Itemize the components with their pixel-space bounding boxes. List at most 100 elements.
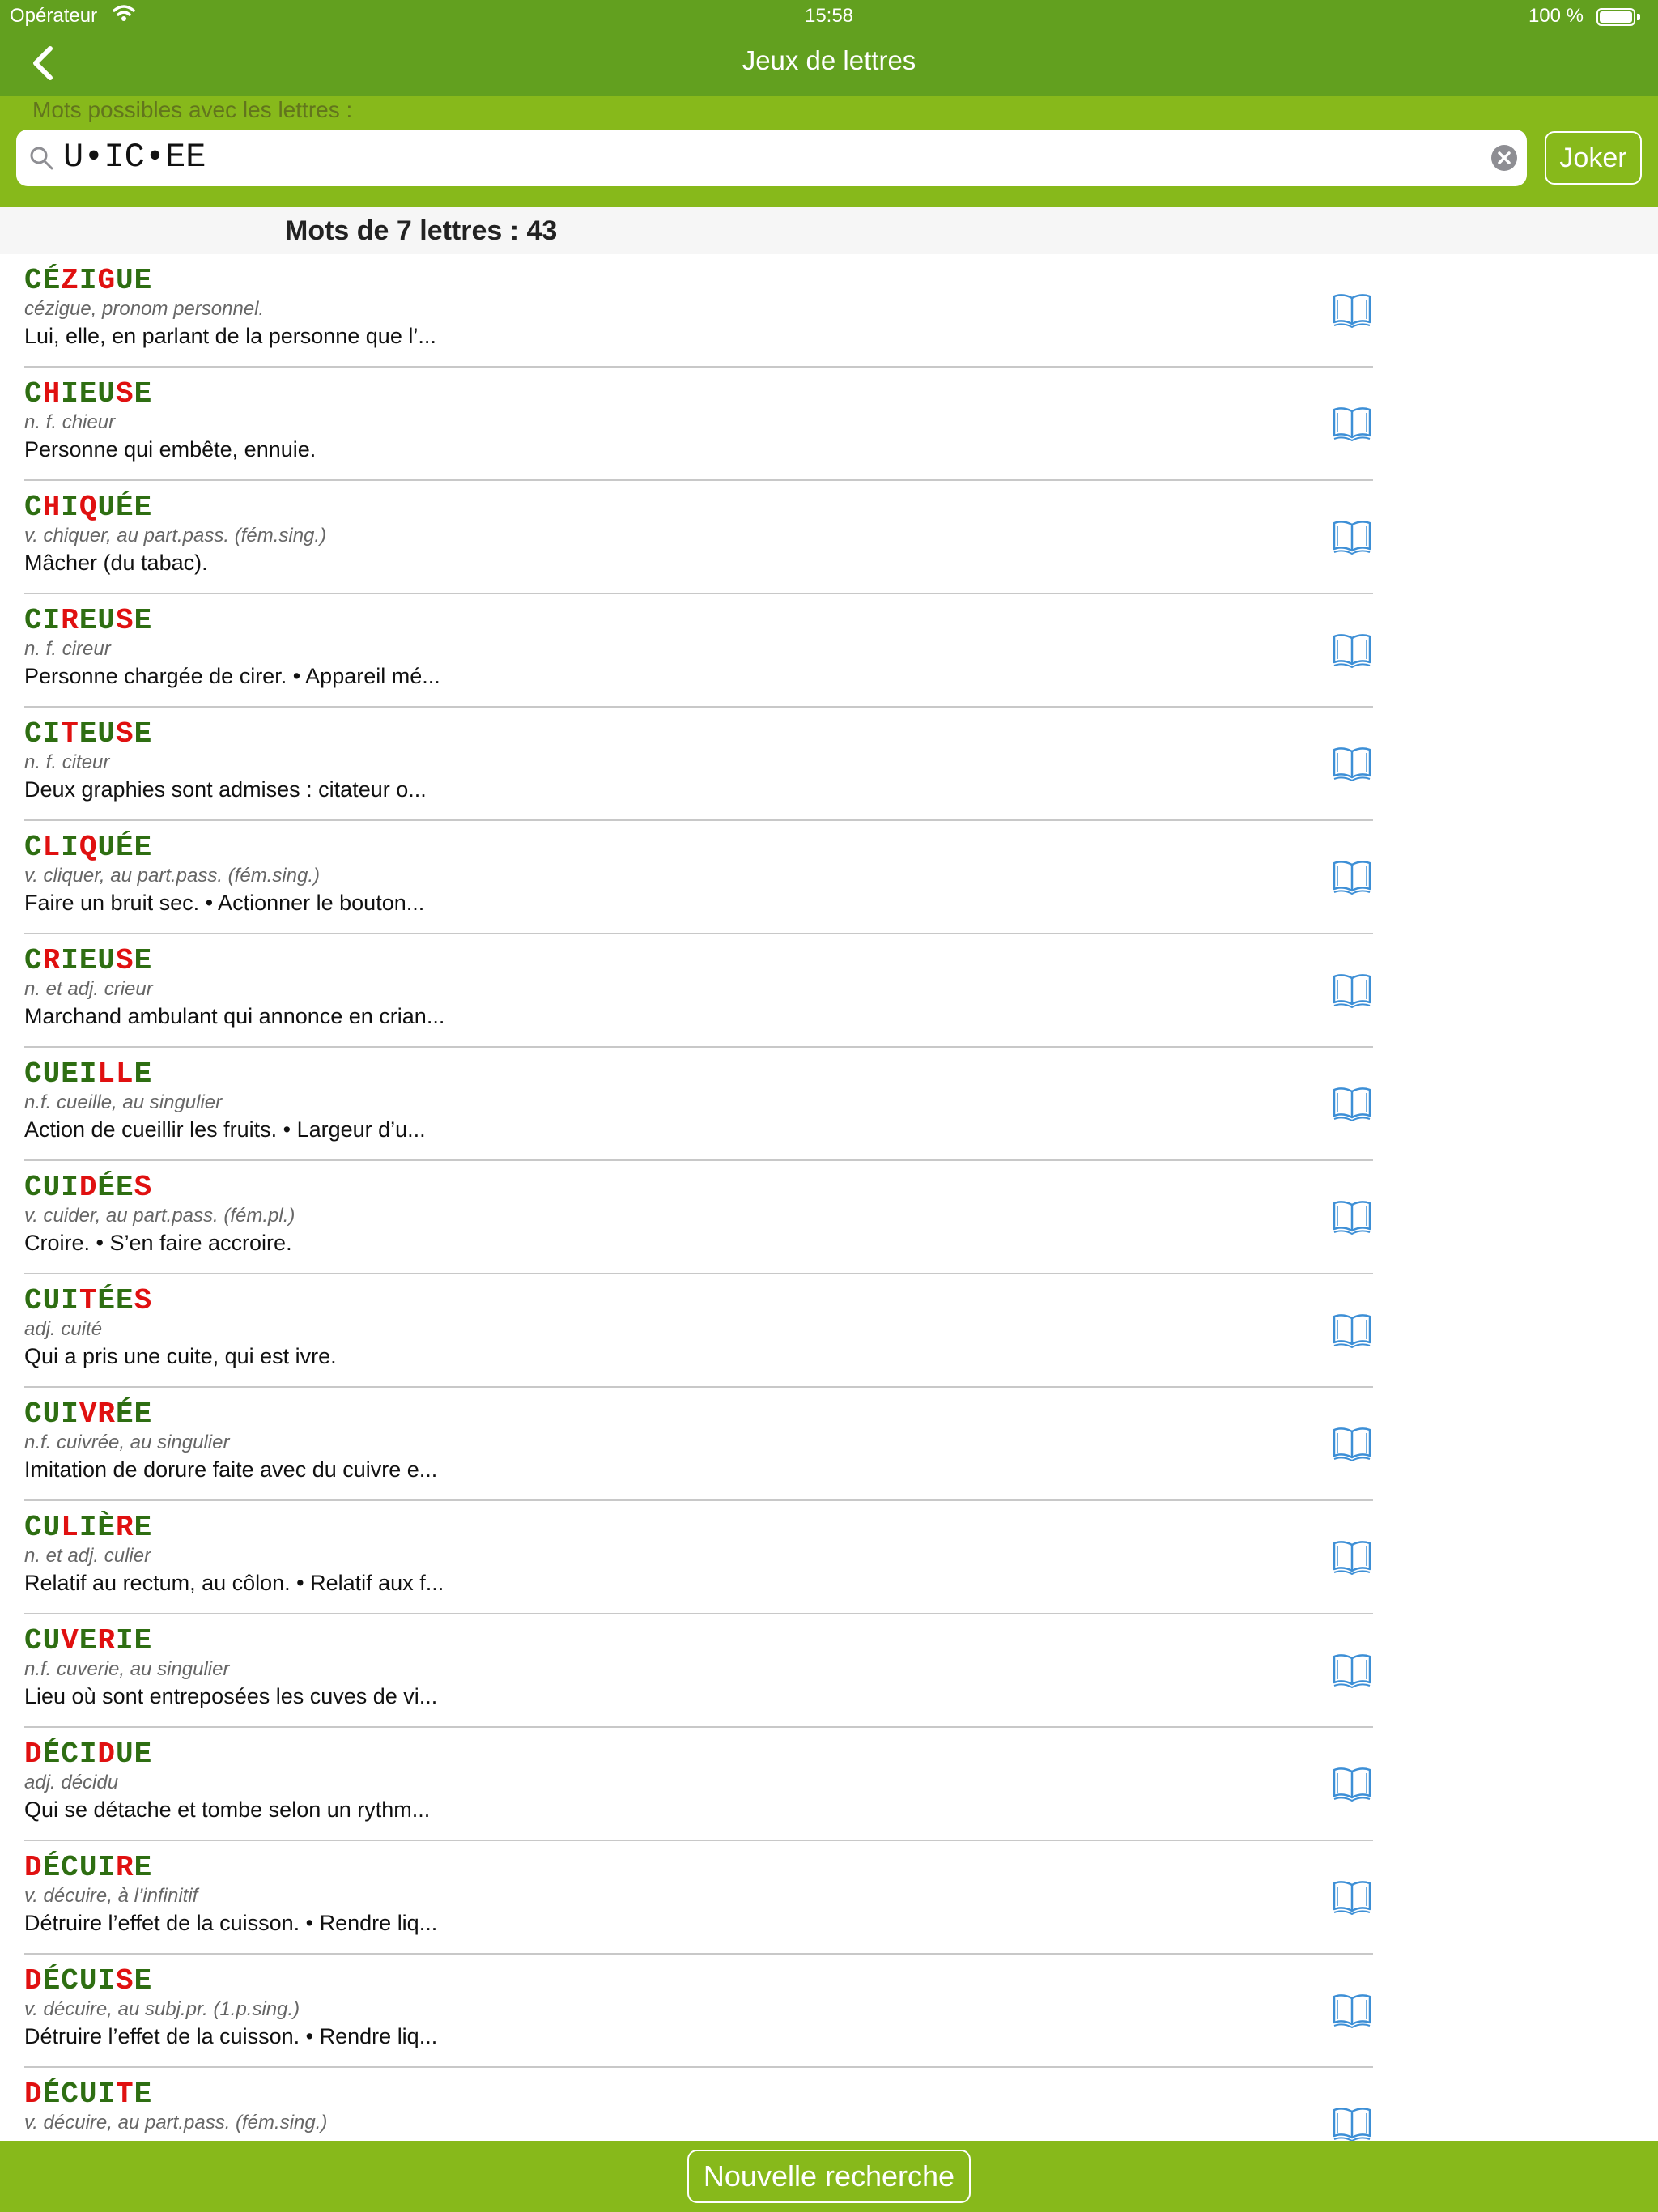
chevron-left-icon xyxy=(33,46,53,80)
book-icon[interactable] xyxy=(1331,970,1373,1009)
joker-button[interactable]: Joker xyxy=(1545,131,1642,185)
word-definition: Qui a pris une cuite, qui est ivre. xyxy=(24,1344,337,1368)
search-icon xyxy=(30,147,53,170)
book-icon[interactable] xyxy=(1331,403,1373,442)
list-item[interactable]: DÉCUIRE v. décuire, à l’infinitif Détruire… xyxy=(0,1841,1658,1955)
letter-given: C xyxy=(24,377,43,410)
word-definition: Mâcher (du tabac). xyxy=(24,551,208,575)
letter-given: E xyxy=(134,1057,153,1091)
book-icon[interactable] xyxy=(1331,1990,1373,2029)
letter-added: S xyxy=(116,604,134,637)
letter-added: S xyxy=(116,1964,134,1997)
list-item[interactable]: CIREUSE n. f. cireur Personne chargée de c… xyxy=(0,594,1658,708)
list-item[interactable]: CLIQUÉE v. cliquer, au part.pass. (fém.si… xyxy=(0,821,1658,934)
letter-added: S xyxy=(116,377,134,410)
word-type: n. f. chieur xyxy=(24,411,116,433)
list-item[interactable]: CHIQUÉE v. chiquer, au part.pass. (fém.si… xyxy=(0,481,1658,594)
letter-added: S xyxy=(134,1171,153,1204)
word-definition: Faire un bruit sec. • Actionner le bouto… xyxy=(24,891,425,915)
word-type: v. décuire, au subj.pr. (1.p.sing.) xyxy=(24,1998,300,2020)
results-list[interactable]: CÉZIGUE cézigue, pronom personnel. Lui, el… xyxy=(0,254,1658,2141)
letter-given: C xyxy=(24,944,43,977)
letter-added: S xyxy=(116,717,134,751)
list-item[interactable]: CRIEUSE n. et adj. crieur Marchand ambulan… xyxy=(0,934,1658,1048)
letter-given: ÉCUI xyxy=(42,1964,117,1997)
letter-given: CUI xyxy=(24,1284,79,1317)
word-type: adj. décidu xyxy=(24,1772,119,1793)
word-definition: Imitation de dorure faite avec du cuivre… xyxy=(24,1457,438,1482)
word-title: CIREUSE xyxy=(24,604,152,637)
book-icon[interactable] xyxy=(1331,1083,1373,1122)
word-definition: Action de cueillir les fruits. • Largeur… xyxy=(24,1117,426,1142)
list-item[interactable]: CÉZIGUE cézigue, pronom personnel. Lui, el… xyxy=(0,254,1658,368)
list-item[interactable]: CUITÉES adj. cuité Qui a pris une cuite, q… xyxy=(0,1274,1658,1388)
book-icon[interactable] xyxy=(1331,630,1373,669)
letter-added: L xyxy=(61,1511,79,1544)
clear-icon[interactable] xyxy=(1490,143,1519,172)
book-icon[interactable] xyxy=(1331,290,1373,329)
book-icon[interactable] xyxy=(1331,1310,1373,1349)
letter-added: D xyxy=(24,1738,43,1771)
word-title: CUVERIE xyxy=(24,1624,152,1657)
letter-given: EU xyxy=(79,717,117,751)
letter-given: ÉE xyxy=(116,1397,153,1431)
book-icon[interactable] xyxy=(1331,1650,1373,1689)
book-icon[interactable] xyxy=(1331,1877,1373,1916)
list-item[interactable]: CUIDÉES v. cuider, au part.pass. (fém.pl.… xyxy=(0,1161,1658,1274)
list-item[interactable]: CUIVRÉE n.f. cuivrée, au singulier Imitati… xyxy=(0,1388,1658,1501)
letter-added: V xyxy=(61,1624,79,1657)
letter-given: IÈ xyxy=(79,1511,117,1544)
page-title: Jeux de lettres xyxy=(742,45,916,75)
letter-added: D xyxy=(79,1171,98,1204)
word-type: adj. cuité xyxy=(24,1318,103,1340)
book-icon[interactable] xyxy=(1331,1423,1373,1462)
new-search-button[interactable]: Nouvelle recherche xyxy=(687,2150,971,2203)
book-icon[interactable] xyxy=(1331,1763,1373,1802)
letter-added: T xyxy=(116,2078,134,2111)
search-input[interactable] xyxy=(63,134,1439,180)
word-title: CLIQUÉE xyxy=(24,831,152,864)
back-button[interactable] xyxy=(24,36,73,92)
word-definition: Deux graphies sont admises : citateur o.… xyxy=(24,777,427,802)
search-box[interactable] xyxy=(16,130,1527,186)
book-icon[interactable] xyxy=(1331,1197,1373,1236)
word-title: CUITÉES xyxy=(24,1284,152,1317)
letter-added: R xyxy=(97,1624,117,1657)
letter-given: IE xyxy=(116,1624,153,1657)
letter-given: C xyxy=(24,491,43,524)
letter-added: R xyxy=(116,1851,134,1884)
letter-added: R xyxy=(42,944,62,977)
letter-given: E xyxy=(134,604,153,637)
list-item[interactable]: CITEUSE n. f. citeur Deux graphies sont ad… xyxy=(0,708,1658,821)
book-icon[interactable] xyxy=(1331,743,1373,782)
letter-given: UÉE xyxy=(97,491,153,524)
list-item[interactable]: CUVERIE n.f. cuverie, au singulier Lieu où… xyxy=(0,1614,1658,1728)
list-item[interactable]: CULIÈRE n. et adj. culier Relatif au rectu… xyxy=(0,1501,1658,1614)
word-title: CUIDÉES xyxy=(24,1171,152,1204)
letter-added: R xyxy=(61,604,79,637)
letter-given: UE xyxy=(116,264,153,297)
letter-given: CI xyxy=(24,604,62,637)
list-item[interactable]: CHIEUSE n. f. chieur Personne qui embête, … xyxy=(0,368,1658,481)
word-definition: Qui se détache et tombe selon un rythm..… xyxy=(24,1797,431,1822)
word-definition: Lui, elle, en parlant de la personne que… xyxy=(24,324,436,348)
letter-added: G xyxy=(97,264,117,297)
book-icon[interactable] xyxy=(1331,857,1373,895)
book-icon[interactable] xyxy=(1331,517,1373,555)
letter-given: CU xyxy=(24,1624,62,1657)
results-count: Mots de 7 lettres : 43 xyxy=(285,215,558,246)
word-title: CRIEUSE xyxy=(24,944,152,977)
letter-given: CUI xyxy=(24,1171,79,1204)
letter-given: UÉE xyxy=(97,831,153,864)
word-title: CULIÈRE xyxy=(24,1511,152,1544)
letter-given: CU xyxy=(24,1511,62,1544)
list-item[interactable]: DÉCUITE v. décuire, au part.pass. (fém.si… xyxy=(0,2068,1658,2141)
book-icon[interactable] xyxy=(1331,1537,1373,1576)
letter-given: ÉE xyxy=(97,1171,134,1204)
book-icon[interactable] xyxy=(1331,2104,1373,2141)
word-type: v. décuire, au part.pass. (fém.sing.) xyxy=(24,2112,328,2133)
list-item[interactable]: DÉCUISE v. décuire, au subj.pr. (1.p.sing… xyxy=(0,1955,1658,2068)
letter-added: H xyxy=(42,491,62,524)
list-item[interactable]: DÉCIDUE adj. décidu Qui se détache et tomb… xyxy=(0,1728,1658,1841)
list-item[interactable]: CUEILLE n.f. cueille, au singulier Action … xyxy=(0,1048,1658,1161)
